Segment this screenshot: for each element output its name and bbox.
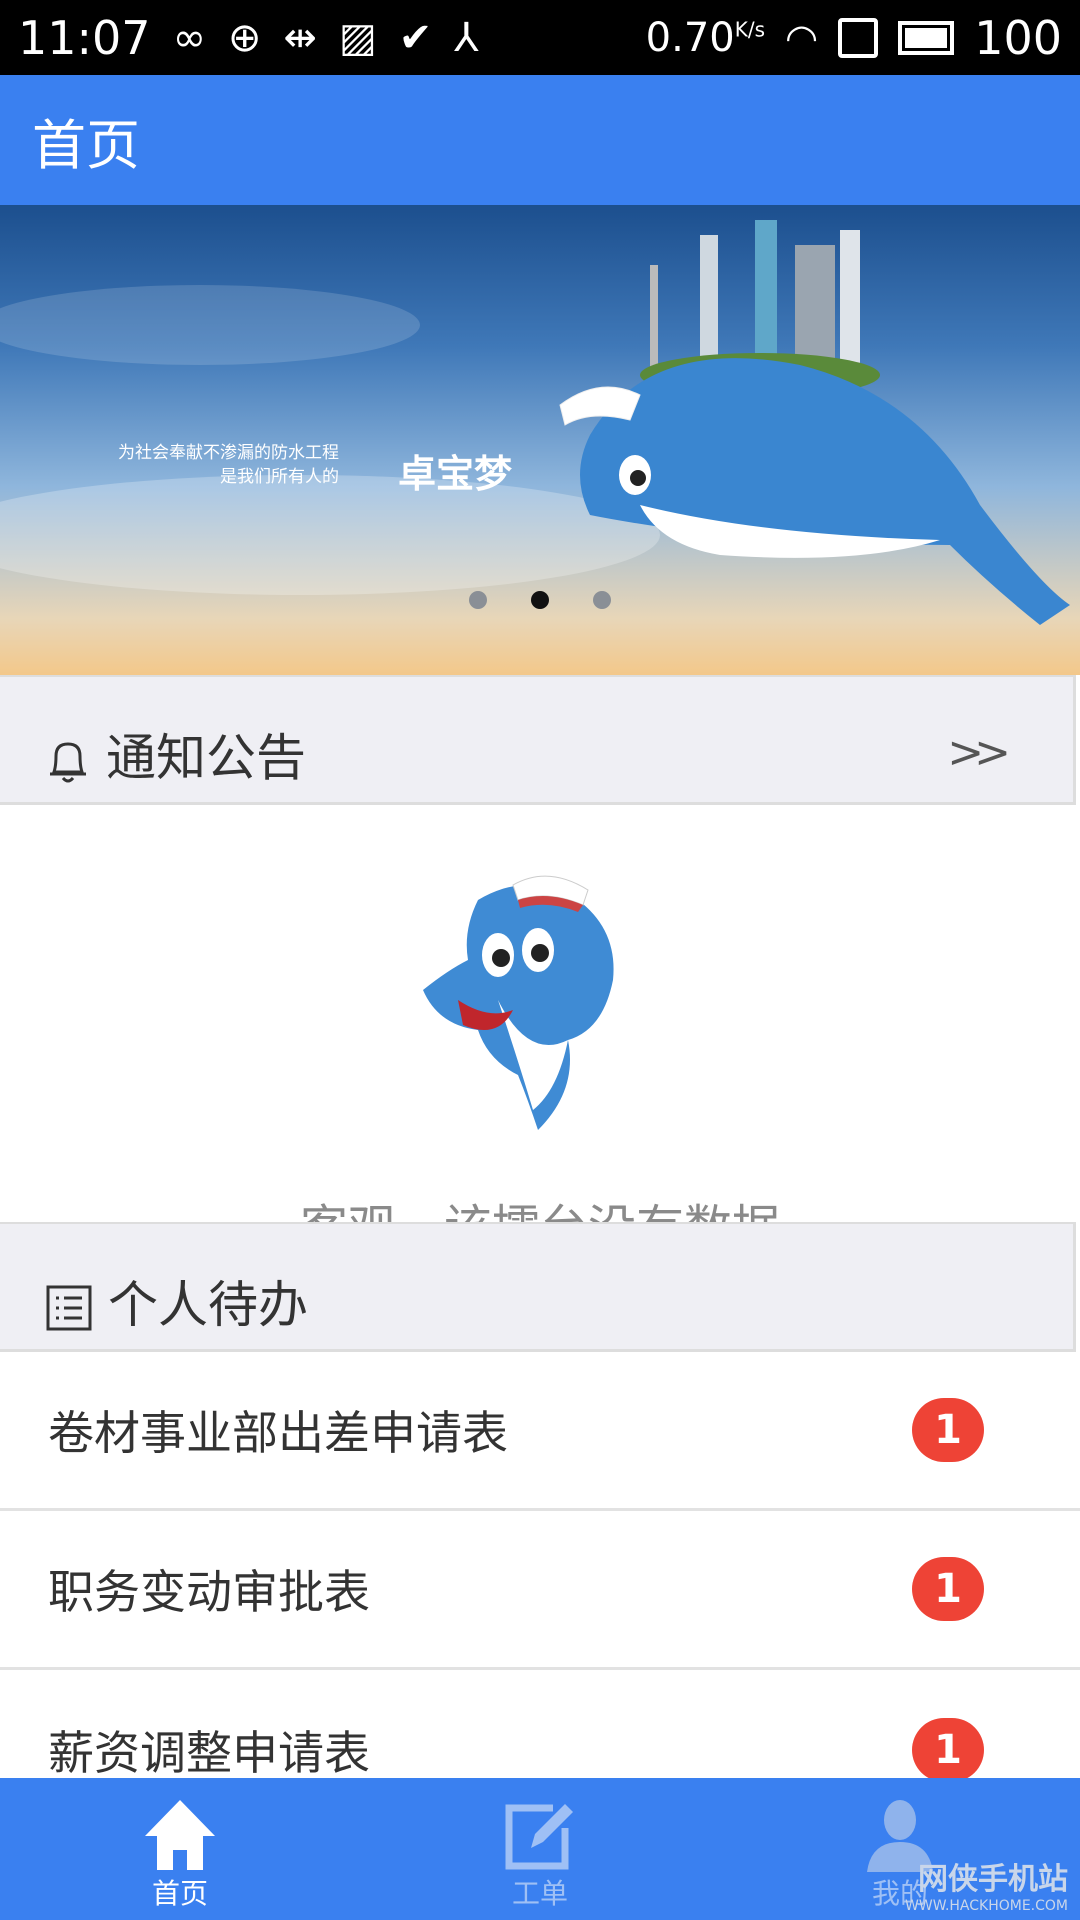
carousel-dot-active[interactable]	[531, 591, 549, 609]
sync-icon: ⊕	[227, 14, 262, 61]
tab-label: 首页	[151, 1877, 208, 1910]
todo-item[interactable]: 卷材事业部出差申请表 1	[0, 1352, 1080, 1511]
home-icon	[145, 1800, 215, 1870]
dolphin-mascot-image	[423, 875, 614, 1130]
status-bar: 11:07 ∞ ⊕ ⇹ ▨ ✔ ⅄ 0.70K/s ◠ 100	[0, 0, 1080, 75]
carousel-dot[interactable]	[469, 591, 487, 609]
notice-header: 通知公告 >>	[0, 675, 1076, 805]
todo-title: 个人待办	[108, 1276, 308, 1334]
check-icon: ✔	[398, 14, 433, 61]
todo-item[interactable]: 职务变动审批表 1	[0, 1511, 1080, 1670]
count-badge: 1	[912, 1398, 984, 1462]
sim-icon	[838, 17, 879, 58]
tab-work-order[interactable]: 工单	[360, 1778, 720, 1920]
watermark: 网侠手机站 WWW.HACKHOME.COM	[905, 1862, 1068, 1914]
carousel-dot[interactable]	[593, 591, 611, 609]
banner-brand: 卓宝梦	[398, 452, 513, 496]
todo-header: 个人待办	[0, 1222, 1076, 1352]
net-unit: K/s	[734, 17, 766, 42]
tab-label: 工单	[511, 1877, 568, 1910]
carousel-indicator	[0, 591, 1080, 609]
bottom-nav: 首页 工单 我的 网侠手机站 WWW.HACKHOME.COM	[0, 1778, 1080, 1920]
tab-home[interactable]: 首页	[0, 1778, 360, 1920]
image-icon: ▨	[338, 14, 377, 61]
usb-icon: ⇹	[283, 14, 317, 61]
infinity-icon: ∞	[172, 14, 206, 61]
wifi-icon: ◠	[785, 15, 819, 60]
notice-empty-state: 客观，该擂台没有数据	[0, 805, 1080, 1222]
share-icon: ⅄	[454, 14, 479, 61]
count-badge: 1	[912, 1717, 984, 1782]
battery-icon	[898, 20, 955, 55]
empty-message: 客观，该擂台没有数据	[0, 1188, 1080, 1222]
more-notices-button[interactable]: >>	[947, 727, 1011, 778]
bell-icon	[50, 742, 86, 783]
page-title: 首页	[32, 113, 140, 177]
count-badge: 1	[912, 1557, 984, 1621]
todo-item-label: 职务变动审批表	[48, 1565, 370, 1619]
todo-item-label: 卷材事业部出差申请表	[48, 1406, 508, 1460]
net-speed: 0.70	[645, 14, 735, 61]
battery-level: 100	[974, 10, 1062, 65]
banner-slogan: 为社会奉献不渗漏的防水工程 是我们所有人的	[118, 443, 339, 487]
todo-item-label: 薪资调整申请表	[48, 1725, 370, 1780]
list-icon	[46, 1285, 92, 1331]
edit-icon	[505, 1804, 573, 1870]
clock: 11:07	[18, 10, 151, 65]
banner-carousel[interactable]: 为社会奉献不渗漏的防水工程 是我们所有人的 卓宝梦	[0, 205, 1080, 675]
app-bar: 首页	[0, 75, 1080, 205]
notice-title: 通知公告	[106, 729, 306, 787]
